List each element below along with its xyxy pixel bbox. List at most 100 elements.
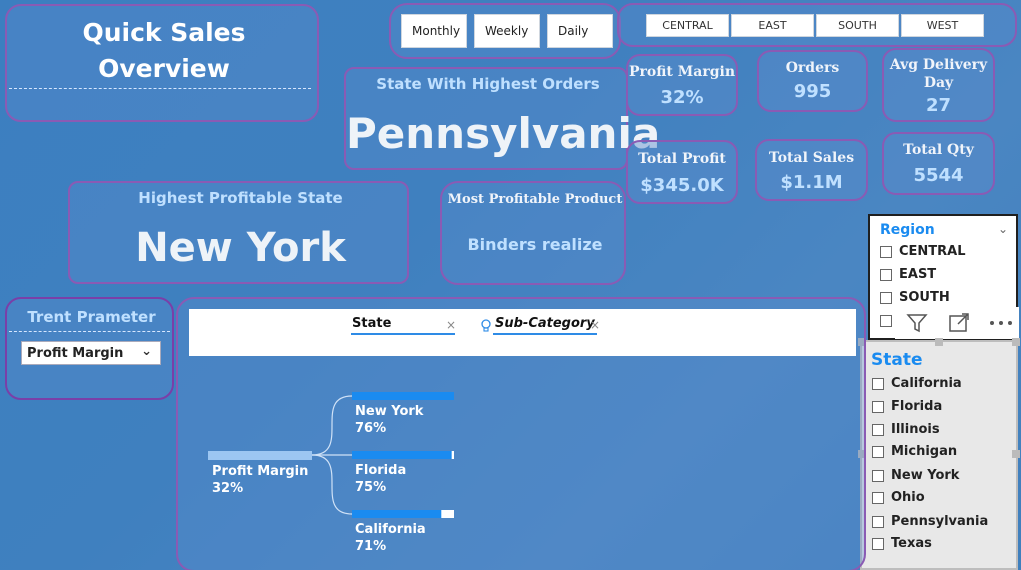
checkbox[interactable]: [872, 400, 884, 413]
state-slicer-title: State: [871, 350, 923, 370]
state-option-label: Illinois: [891, 422, 940, 437]
checkbox[interactable]: [872, 469, 884, 482]
state-option-label: California: [891, 376, 962, 391]
trend-parameter-label: Trent Prameter: [27, 308, 156, 326]
checkbox[interactable]: [872, 423, 884, 436]
tree-root-value: 32%: [212, 481, 243, 496]
resize-handle[interactable]: [935, 338, 943, 346]
kpi-avg-delivery-value: 27: [925, 95, 952, 116]
tree-node-bar[interactable]: [352, 392, 454, 400]
tree-link: [311, 454, 353, 515]
checkbox[interactable]: [880, 245, 892, 258]
checkbox[interactable]: [880, 291, 892, 304]
resize-handle[interactable]: [1012, 450, 1020, 458]
period-selector: Monthly Weekly Daily: [389, 3, 621, 59]
kpi-total-profit: Total Profit $345.0K: [626, 140, 738, 204]
tree-node-value: 75%: [355, 480, 386, 495]
chevron-down-icon[interactable]: ⌄: [998, 222, 1008, 236]
highest-orders-state-value: Pennsylvania: [346, 109, 661, 158]
state-option-texas[interactable]: Texas: [872, 536, 932, 551]
state-option-ohio[interactable]: Ohio: [872, 490, 925, 505]
trend-parameter-selected: Profit Margin: [27, 345, 124, 361]
tree-level-underline: [351, 333, 455, 335]
checkbox[interactable]: [880, 314, 892, 327]
state-option-florida[interactable]: Florida: [872, 399, 942, 414]
tree-level-state[interactable]: State: [352, 316, 391, 331]
state-option-pennsylvania[interactable]: Pennsylvania: [872, 514, 988, 529]
kpi-total-qty-value: 5544: [913, 165, 964, 186]
highest-profit-state-label: Highest Profitable State: [138, 189, 343, 207]
kpi-total-sales-label: Total Sales: [768, 150, 855, 166]
highest-profit-state-value: New York: [135, 225, 346, 271]
tree-link: [311, 395, 353, 456]
state-option-california[interactable]: California: [872, 376, 962, 391]
state-option-label: Florida: [891, 399, 943, 414]
state-option-label: Texas: [891, 536, 932, 551]
weekly-button[interactable]: Weekly: [474, 14, 540, 48]
tree-root-label: Profit Margin: [212, 464, 308, 479]
region-tab-west[interactable]: WEST: [901, 14, 984, 37]
decomposition-tree-header: State × Sub-Category ×: [189, 309, 856, 356]
kpi-avg-delivery-label-line1: Avg Delivery: [889, 57, 988, 73]
lightbulb-icon: [481, 319, 491, 332]
resize-handle[interactable]: [1012, 338, 1020, 346]
tree-node-label: Florida: [355, 463, 406, 478]
close-icon[interactable]: ×: [446, 318, 456, 332]
region-tab-east[interactable]: EAST: [731, 14, 814, 37]
decomposition-tree: Profit Margin 32% New York 76% Florida 75% C…: [208, 392, 454, 554]
tree-node-label: New York: [355, 404, 424, 419]
tree-node-bar[interactable]: [352, 510, 442, 518]
kpi-orders-value: 995: [793, 81, 832, 102]
region-option-central[interactable]: CENTRAL: [880, 244, 966, 259]
title-divider: [9, 88, 311, 89]
checkbox[interactable]: [872, 537, 884, 550]
highest-orders-state-card: State With Highest Orders Pennsylvania: [344, 67, 661, 170]
most-profitable-product-value: Binders realize: [467, 235, 603, 254]
tree-root-bar[interactable]: [208, 451, 312, 460]
trend-divider: [9, 331, 170, 332]
kpi-profit-margin: Profit Margin 32%: [626, 54, 738, 116]
region-option-east[interactable]: EAST: [880, 267, 936, 282]
state-option-new-york[interactable]: New York: [872, 468, 959, 483]
close-icon[interactable]: ×: [590, 318, 600, 332]
kpi-avg-delivery: Avg Delivery Day 27: [882, 48, 995, 122]
region-option-south[interactable]: SOUTH: [880, 290, 950, 305]
highest-orders-state-label: State With Highest Orders: [376, 75, 600, 93]
focus-mode-icon[interactable]: [947, 311, 971, 335]
kpi-total-profit-value: $345.0K: [640, 175, 724, 196]
region-tab-south[interactable]: SOUTH: [816, 14, 899, 37]
kpi-orders: Orders 995: [757, 50, 868, 112]
kpi-profit-margin-label: Profit Margin: [629, 64, 735, 80]
highest-profit-state-card: Highest Profitable State New York: [68, 181, 409, 284]
tree-node-value: 76%: [355, 421, 386, 436]
checkbox[interactable]: [872, 491, 884, 504]
filter-icon[interactable]: [905, 311, 929, 335]
state-slicer: State California Florida Illinois Michig…: [858, 338, 1020, 570]
kpi-orders-label: Orders: [785, 60, 840, 76]
checkbox[interactable]: [872, 377, 884, 390]
chevron-down-icon[interactable]: ⌄: [141, 344, 152, 359]
tree-node-label: California: [355, 522, 426, 537]
state-option-michigan[interactable]: Michigan: [872, 444, 957, 459]
region-tabs: CENTRAL EAST SOUTH WEST: [617, 3, 1017, 47]
checkbox[interactable]: [872, 515, 884, 528]
tree-node-bar[interactable]: [352, 451, 452, 459]
monthly-button[interactable]: Monthly: [401, 14, 467, 48]
checkbox[interactable]: [880, 268, 892, 281]
trend-parameter-dropdown[interactable]: Profit Margin ⌄: [21, 341, 161, 365]
region-option-label: EAST: [899, 267, 937, 282]
tree-node-value: 71%: [355, 539, 386, 554]
daily-button[interactable]: Daily: [547, 14, 613, 48]
region-option-label: CENTRAL: [899, 244, 966, 259]
visual-header-toolbar: [895, 307, 1019, 339]
kpi-profit-margin-value: 32%: [660, 87, 704, 108]
checkbox[interactable]: [872, 445, 884, 458]
report-title-line2: Overview: [98, 54, 230, 83]
region-tab-central[interactable]: CENTRAL: [646, 14, 729, 37]
kpi-total-sales-value: $1.1M: [780, 172, 843, 193]
tree-level-sub-category[interactable]: Sub-Category: [495, 316, 595, 331]
state-option-label: Michigan: [891, 444, 958, 459]
kpi-total-profit-label: Total Profit: [638, 151, 726, 167]
more-options-icon[interactable]: [987, 311, 1015, 335]
state-option-illinois[interactable]: Illinois: [872, 422, 940, 437]
